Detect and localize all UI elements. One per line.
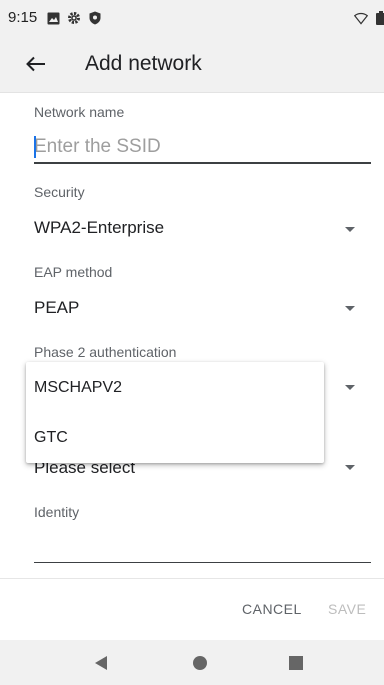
status-bar: 9:15	[0, 0, 384, 36]
identity-underline	[34, 562, 371, 563]
security-select[interactable]: WPA2-Enterprise	[34, 218, 164, 238]
page-title: Add network	[85, 52, 202, 75]
arrow-left-icon[interactable]	[22, 50, 50, 78]
save-button[interactable]: SAVE	[328, 601, 366, 617]
identity-input[interactable]	[34, 530, 370, 556]
navigation-bar	[0, 640, 384, 685]
shield-icon	[88, 11, 102, 25]
text-cursor	[34, 136, 36, 158]
wifi-icon	[354, 11, 368, 25]
status-time: 9:15	[8, 9, 38, 26]
gear-icon	[67, 11, 81, 25]
action-divider	[0, 578, 384, 579]
phase2-options-menu: MSCHAPV2 GTC	[26, 362, 324, 463]
home-circle-icon[interactable]	[193, 656, 207, 670]
eap-method-label: EAP method	[34, 264, 113, 280]
menu-item-mschapv2[interactable]: MSCHAPV2	[34, 379, 122, 397]
phase2-dropdown-arrow-icon[interactable]	[345, 385, 355, 390]
network-name-label: Network name	[34, 104, 125, 120]
battery-icon	[374, 11, 384, 25]
ssid-underline	[34, 162, 371, 164]
ssid-input[interactable]	[34, 134, 370, 160]
back-triangle-icon[interactable]	[95, 656, 107, 670]
menu-item-gtc[interactable]: GTC	[34, 429, 68, 447]
security-dropdown-arrow-icon[interactable]	[345, 227, 355, 232]
cancel-button[interactable]: CANCEL	[242, 601, 302, 617]
app-bar-divider	[0, 92, 384, 93]
ca-certificate-dropdown-arrow-icon[interactable]	[345, 465, 355, 470]
phase2-label: Phase 2 authentication	[34, 344, 177, 360]
identity-label: Identity	[34, 504, 80, 520]
recents-square-icon[interactable]	[289, 656, 303, 670]
eap-method-dropdown-arrow-icon[interactable]	[345, 306, 355, 311]
image-icon	[46, 11, 60, 25]
security-label: Security	[34, 184, 85, 200]
app-bar: Add network	[0, 36, 384, 92]
eap-method-select[interactable]: PEAP	[34, 298, 79, 318]
